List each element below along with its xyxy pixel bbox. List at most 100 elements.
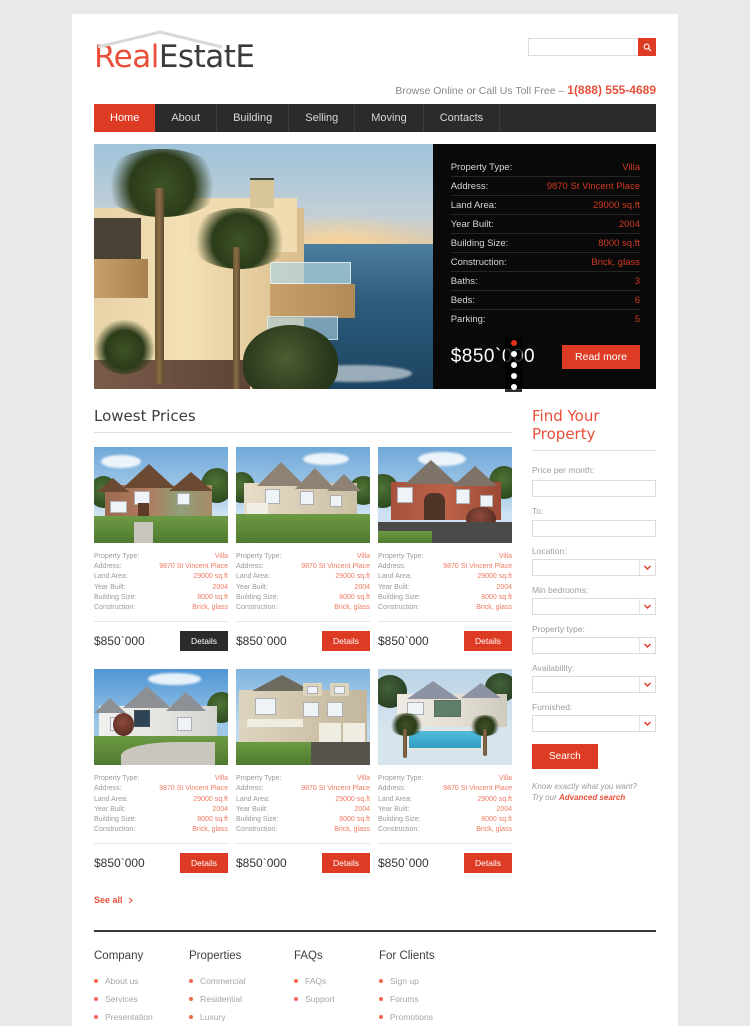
footer-link[interactable]: Presentation xyxy=(94,1008,189,1026)
window xyxy=(307,685,318,695)
footer-column-title: Company xyxy=(94,950,144,963)
spec-label: Land Area: xyxy=(94,573,128,581)
bullet-icon xyxy=(189,997,193,1002)
nav-item-moving[interactable]: Moving xyxy=(355,104,424,132)
hero-spec-row: Land Area: 29000 sq.ft xyxy=(450,196,640,215)
details-button[interactable]: Details xyxy=(322,853,370,874)
property-type-select[interactable] xyxy=(532,637,656,654)
spec-label: Land Area: xyxy=(378,573,412,581)
footer-column-title: Properties xyxy=(189,950,242,963)
window xyxy=(396,487,413,503)
site-logo[interactable]: RealEstatE xyxy=(94,30,255,73)
location-select[interactable] xyxy=(532,559,656,576)
window xyxy=(333,685,345,695)
listing-thumbnail[interactable] xyxy=(236,447,370,543)
slider-dot-4[interactable] xyxy=(510,372,517,379)
spec-value: Villa xyxy=(498,553,512,560)
hero-spec-row: Year Built: 2004 xyxy=(450,215,640,234)
slider-dot-5[interactable] xyxy=(510,383,517,390)
footer-link[interactable]: FAQs xyxy=(294,972,379,990)
read-more-button[interactable]: Read more xyxy=(562,345,640,369)
bullet-icon xyxy=(94,979,98,984)
details-button[interactable]: Details xyxy=(322,631,370,652)
footer-link[interactable]: Sign up xyxy=(379,972,474,990)
footer-link[interactable]: Commercial xyxy=(189,972,294,990)
nav-item-selling[interactable]: Selling xyxy=(289,104,356,132)
spec-row: Year Built: 2004 xyxy=(378,805,512,815)
footer-link[interactable]: Residential xyxy=(189,990,294,1008)
spec-row: Building Size: 8000 sq.ft xyxy=(236,815,370,825)
spec-row: Building Size: 8000 sq.ft xyxy=(236,593,370,603)
footer-link[interactable]: Luxury xyxy=(189,1008,294,1026)
villa-chimney xyxy=(249,178,274,208)
spec-value: Villa xyxy=(498,775,512,783)
footer-link[interactable]: Forums xyxy=(379,990,474,1008)
window xyxy=(134,709,151,727)
spec-row: Property Type: Villa xyxy=(378,552,512,562)
footer-link[interactable]: About us xyxy=(94,972,189,990)
advanced-search-link[interactable]: Advanced search xyxy=(559,793,625,802)
footer-link[interactable]: Services xyxy=(94,990,189,1008)
window xyxy=(110,500,128,514)
spec-value: 2004 xyxy=(354,583,370,591)
spec-label: Building Size: xyxy=(94,593,137,601)
hero-spec-value: 8000 sq.ft xyxy=(598,237,640,249)
listing-thumbnail[interactable] xyxy=(236,669,370,766)
listing-thumbnail[interactable] xyxy=(94,447,228,543)
sidebar-title: Find Your Property xyxy=(532,407,656,451)
spec-row: Year Built: 2004 xyxy=(94,805,228,815)
roof xyxy=(123,686,172,709)
listing-card[interactable]: Property Type: Villa Address: 9870 St Vinc… xyxy=(236,669,370,874)
spec-row: Building Size: 8000 sq.ft xyxy=(378,815,512,825)
footer-link-label: FAQs xyxy=(305,976,327,987)
hero-spec-value: 3 xyxy=(634,275,640,287)
spec-label: Building Size: xyxy=(378,593,421,601)
window xyxy=(177,493,191,505)
details-button[interactable]: Details xyxy=(180,631,228,652)
details-button[interactable]: Details xyxy=(464,853,512,874)
furnished-select[interactable] xyxy=(532,715,656,732)
listing-thumbnail[interactable] xyxy=(94,669,228,766)
nav-item-home[interactable]: Home xyxy=(94,104,156,132)
listing-price: $850`000 xyxy=(236,634,287,649)
details-button[interactable]: Details xyxy=(464,631,512,652)
details-button[interactable]: Details xyxy=(180,853,228,874)
spec-row: Property Type: Villa xyxy=(378,774,512,784)
footer-link[interactable]: Promotions xyxy=(379,1008,474,1026)
spec-label: Property Type: xyxy=(236,775,282,783)
property-search-button[interactable]: Search xyxy=(532,744,598,769)
hero-spec-value: Brick, glass xyxy=(591,256,640,268)
search-button[interactable] xyxy=(638,38,656,56)
roof xyxy=(453,466,498,487)
listing-thumbnail[interactable] xyxy=(378,447,512,543)
phone-number[interactable]: 1(888) 555-4689 xyxy=(567,83,656,97)
nav-item-about[interactable]: About xyxy=(155,104,218,132)
price-to-input[interactable] xyxy=(532,520,656,537)
nav-item-building[interactable]: Building xyxy=(217,104,290,132)
listing-footer: $850`000 Details xyxy=(378,853,512,874)
footer-link[interactable]: Support xyxy=(294,990,379,1008)
price-per-month-input[interactable] xyxy=(532,479,656,497)
spec-value: 8000 sq.ft xyxy=(481,593,512,601)
listing-card[interactable]: Property Type: Villa Address: 9870 St Vinc… xyxy=(94,447,228,652)
listing-card[interactable]: Property Type: Villa Address: 9870 St Vinc… xyxy=(378,669,512,874)
spec-row: Construction: Brick, glass xyxy=(94,603,228,613)
search-input[interactable] xyxy=(528,38,638,56)
spec-row: Property Type: Villa xyxy=(236,552,370,562)
spec-label: Construction: xyxy=(378,826,420,834)
listing-footer: $850`000 Details xyxy=(94,853,228,874)
availability-select[interactable] xyxy=(532,676,656,693)
min-bedrooms-select[interactable] xyxy=(532,598,656,615)
listing-card[interactable]: Property Type: Villa Address: 9870 St Vinc… xyxy=(94,669,228,874)
listing-thumbnail[interactable] xyxy=(378,669,512,766)
slider-dot-1[interactable] xyxy=(510,339,517,346)
hero-spec-value: 2004 xyxy=(618,218,640,230)
listing-card[interactable]: Property Type: Villa Address: 9870 St Vinc… xyxy=(236,447,370,652)
slider-dot-3[interactable] xyxy=(510,361,517,368)
nav-item-contacts[interactable]: Contacts xyxy=(424,104,501,132)
spec-value: 9870 St Vincent Place xyxy=(443,785,512,793)
hero-spec-label: Year Built: xyxy=(450,218,494,230)
listing-card[interactable]: Property Type: Villa Address: 9870 St Vinc… xyxy=(378,447,512,652)
slider-dot-2[interactable] xyxy=(510,350,517,357)
see-all-link[interactable]: See all xyxy=(94,895,133,905)
